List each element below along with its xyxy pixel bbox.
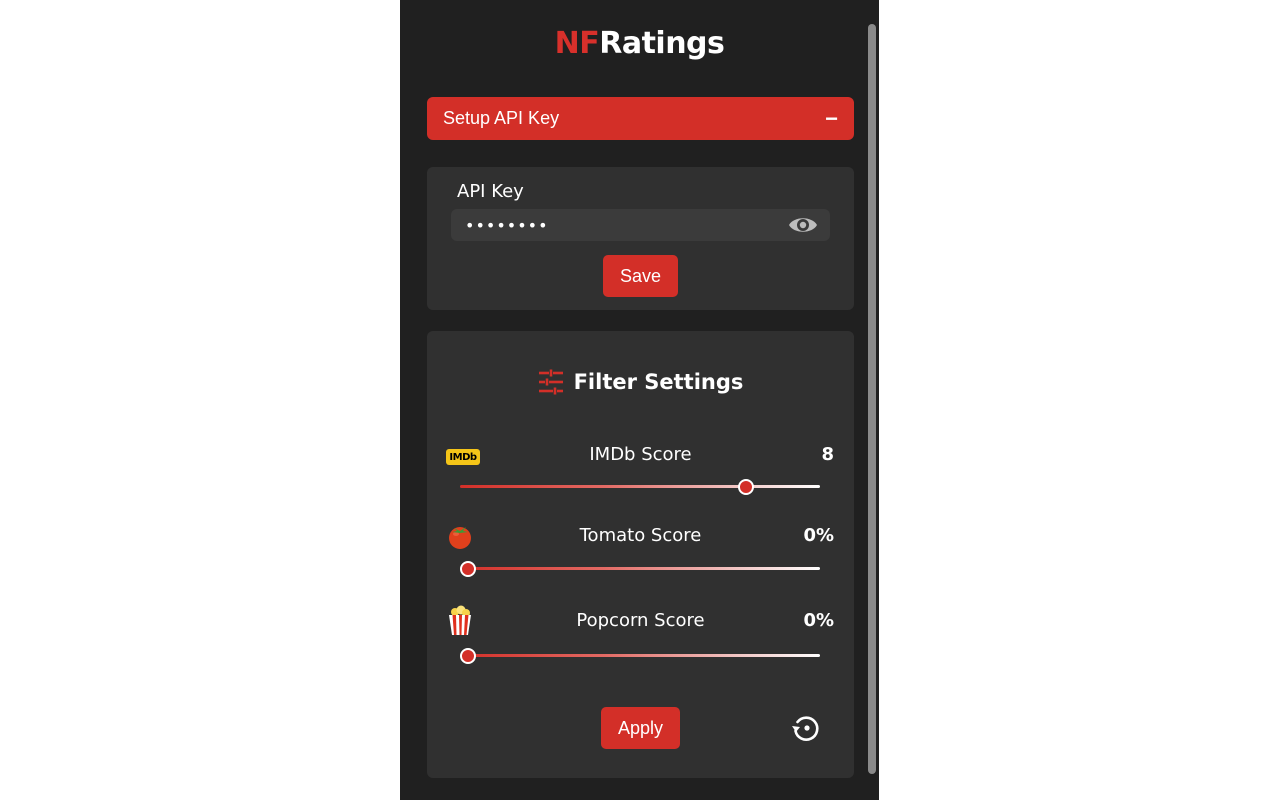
slider-thumb[interactable] (738, 479, 755, 495)
imdb-score-label: IMDb Score (589, 444, 692, 465)
eye-icon[interactable] (787, 212, 819, 238)
slider-track (460, 485, 820, 488)
collapse-icon[interactable]: − (825, 107, 838, 130)
api-key-input[interactable] (451, 209, 830, 241)
reset-icon[interactable] (789, 711, 823, 745)
setup-api-key-accordion[interactable]: Setup API Key − (427, 97, 854, 140)
filter-settings-card: Filter Settings IMDb IMDb Score 8 Tomato… (427, 331, 854, 778)
slider-thumb[interactable] (460, 561, 476, 577)
tomato-score-row: Tomato Score 0% (427, 521, 854, 551)
imdb-score-row: IMDb IMDb Score 8 (427, 440, 854, 470)
tomato-score-slider[interactable] (460, 561, 820, 577)
logo-suffix: Ratings (599, 26, 725, 61)
slider-thumb[interactable] (460, 648, 476, 664)
slider-track (460, 567, 820, 570)
logo-prefix: NF (554, 26, 600, 61)
app-logo: NFRatings (400, 26, 879, 61)
api-key-card: API Key Save (427, 167, 854, 310)
filter-settings-header: Filter Settings (427, 367, 854, 397)
scrollbar[interactable] (865, 0, 879, 800)
imdb-score-slider[interactable] (460, 479, 820, 495)
popcorn-score-label: Popcorn Score (576, 610, 705, 631)
accordion-title: Setup API Key (443, 108, 560, 128)
filter-settings-title: Filter Settings (573, 370, 744, 394)
scrollbar-thumb[interactable] (868, 24, 876, 774)
tomato-score-value: 0% (803, 525, 834, 546)
apply-button[interactable]: Apply (601, 707, 680, 749)
slider-track (460, 654, 820, 657)
popcorn-score-value: 0% (803, 610, 834, 631)
tomato-score-label: Tomato Score (579, 525, 702, 546)
popcorn-score-row: Popcorn Score 0% (427, 605, 854, 636)
imdb-score-value: 8 (821, 444, 834, 465)
sliders-icon (538, 369, 563, 395)
save-button[interactable]: Save (603, 255, 678, 297)
popcorn-score-slider[interactable] (460, 648, 820, 664)
api-key-label: API Key (457, 181, 524, 202)
extension-popup: NFRatings Setup API Key − API Key Save F… (400, 0, 879, 800)
